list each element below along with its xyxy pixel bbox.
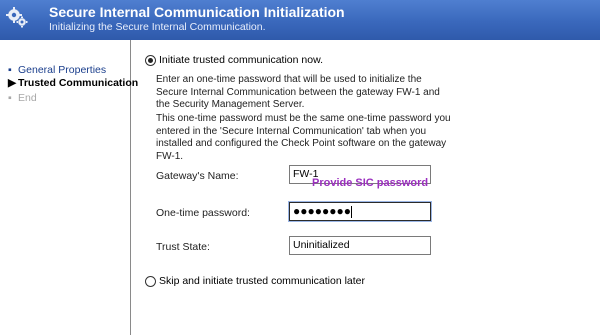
initiate-now-radio[interactable] (145, 55, 156, 66)
initiate-now-label[interactable]: Initiate trusted communication now. (159, 54, 323, 66)
wizard-subtitle: Initializing the Secure Internal Communi… (49, 21, 266, 33)
step-label: General Properties (18, 64, 107, 76)
wizard-steps-sidebar: ▪ General Properties ▶ Trusted Communicati… (0, 40, 138, 335)
step-trusted-communication[interactable]: ▶ Trusted Communication (8, 77, 138, 89)
wizard-title: Secure Internal Communication Initializa… (49, 4, 345, 20)
one-time-password-label: One-time password: (156, 207, 250, 219)
gears-icon (6, 7, 28, 28)
one-time-password-input[interactable]: ●●●●●●●● (289, 202, 431, 221)
bullet-icon: ▪ (8, 92, 12, 104)
trust-state-field: Uninitialized (289, 236, 431, 255)
instruction-text: Enter an one-time password that will be … (156, 74, 440, 110)
trust-state-label: Trust State: (156, 241, 210, 253)
bullet-icon: ▪ (8, 64, 12, 76)
skip-later-radio[interactable] (145, 276, 156, 287)
current-step-arrow-icon: ▶ (8, 77, 17, 89)
text-caret (350, 206, 352, 219)
step-general-properties[interactable]: ▪ General Properties (8, 64, 106, 76)
gateway-name-label: Gateway's Name: (156, 170, 239, 182)
password-mask: ●●●●●●●● (293, 204, 351, 218)
step-label: Trusted Communication (18, 77, 139, 89)
wizard-header: Secure Internal Communication Initializa… (0, 0, 600, 40)
step-end: ▪ End (8, 92, 37, 104)
step-label: End (18, 92, 37, 104)
skip-later-label[interactable]: Skip and initiate trusted communication … (159, 275, 365, 287)
sic-password-annotation: Provide SIC password (312, 177, 429, 189)
instruction-note: This one-time password must be the same … (156, 113, 451, 162)
